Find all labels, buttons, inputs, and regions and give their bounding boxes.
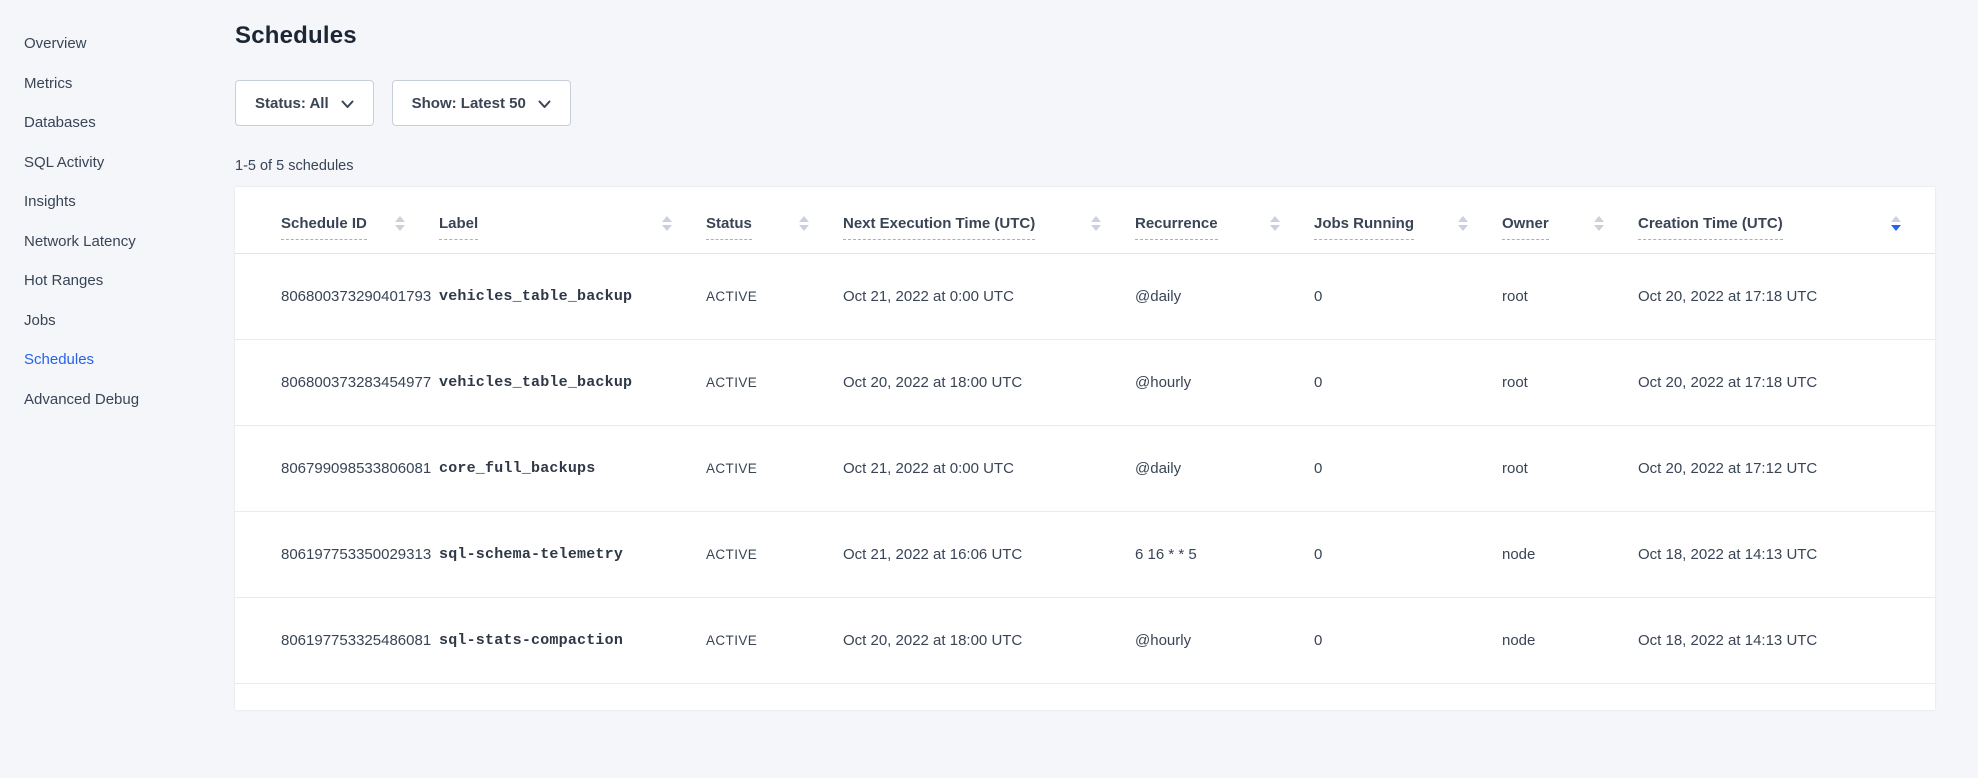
cell-schedule-id: 806800373290401793 (235, 254, 439, 340)
sidebar: Overview Metrics Databases SQL Activity … (0, 0, 186, 419)
show-filter-dropdown[interactable]: Show: Latest 50 (392, 80, 571, 126)
sidebar-item-jobs[interactable]: Jobs (24, 301, 186, 341)
table-row[interactable]: 806800373283454977 vehicles_table_backup… (235, 340, 1935, 426)
cell-creation-time: Oct 18, 2022 at 14:13 UTC (1638, 512, 1935, 598)
column-header-owner[interactable]: Owner (1502, 187, 1638, 254)
sidebar-item-insights[interactable]: Insights (24, 182, 186, 222)
column-label: Owner (1502, 215, 1549, 240)
sort-icon (662, 216, 672, 231)
cell-owner: root (1502, 340, 1638, 426)
cell-next-execution-time: Oct 20, 2022 at 18:00 UTC (843, 340, 1135, 426)
cell-status: ACTIVE (706, 598, 843, 684)
schedules-page: Schedules Status: All Show: Latest 50 1-… (235, 0, 1935, 710)
sort-icon (799, 216, 809, 231)
cell-schedule-id: 806799098533806081 (235, 426, 439, 512)
cell-schedule-id: 806800373283454977 (235, 340, 439, 426)
filter-bar: Status: All Show: Latest 50 (235, 80, 1935, 126)
column-header-recurrence[interactable]: Recurrence (1135, 187, 1314, 254)
cell-label: sql-schema-telemetry (439, 512, 706, 598)
cell-recurrence: @hourly (1135, 340, 1314, 426)
column-header-next-execution-time[interactable]: Next Execution Time (UTC) (843, 187, 1135, 254)
cell-recurrence: @daily (1135, 426, 1314, 512)
cell-label: core_full_backups (439, 426, 706, 512)
cell-owner: node (1502, 598, 1638, 684)
cell-jobs-running: 0 (1314, 254, 1502, 340)
cell-schedule-id: 806197753325486081 (235, 598, 439, 684)
column-label: Recurrence (1135, 215, 1218, 240)
cell-owner: root (1502, 254, 1638, 340)
cell-jobs-running: 0 (1314, 598, 1502, 684)
chevron-down-icon (538, 100, 551, 109)
column-header-label[interactable]: Label (439, 187, 706, 254)
column-label: Schedule ID (281, 215, 367, 240)
sort-desc-icon (1891, 216, 1901, 231)
sidebar-item-overview[interactable]: Overview (24, 24, 186, 64)
column-label: Creation Time (UTC) (1638, 215, 1783, 240)
table-row[interactable]: 806799098533806081 core_full_backups ACT… (235, 426, 1935, 512)
schedules-table: Schedule ID Label Status (235, 187, 1935, 684)
sort-icon (1594, 216, 1604, 231)
cell-status: ACTIVE (706, 254, 843, 340)
sidebar-item-databases[interactable]: Databases (24, 103, 186, 143)
cell-recurrence: @hourly (1135, 598, 1314, 684)
results-count: 1-5 of 5 schedules (235, 158, 1935, 174)
sort-icon (395, 216, 405, 231)
cell-creation-time: Oct 18, 2022 at 14:13 UTC (1638, 598, 1935, 684)
chevron-down-icon (341, 100, 354, 109)
cell-status: ACTIVE (706, 512, 843, 598)
sort-icon (1091, 216, 1101, 231)
cell-jobs-running: 0 (1314, 426, 1502, 512)
column-label: Next Execution Time (UTC) (843, 215, 1035, 240)
cell-owner: root (1502, 426, 1638, 512)
cell-next-execution-time: Oct 21, 2022 at 0:00 UTC (843, 254, 1135, 340)
column-header-creation-time[interactable]: Creation Time (UTC) (1638, 187, 1935, 254)
cell-schedule-id: 806197753350029313 (235, 512, 439, 598)
cell-creation-time: Oct 20, 2022 at 17:12 UTC (1638, 426, 1935, 512)
sidebar-item-advanced-debug[interactable]: Advanced Debug (24, 380, 186, 420)
page-title: Schedules (235, 22, 1935, 50)
cell-next-execution-time: Oct 20, 2022 at 18:00 UTC (843, 598, 1135, 684)
status-filter-label: Status: All (255, 95, 329, 112)
column-header-status[interactable]: Status (706, 187, 843, 254)
column-header-schedule-id[interactable]: Schedule ID (235, 187, 439, 254)
table-row[interactable]: 806800373290401793 vehicles_table_backup… (235, 254, 1935, 340)
cell-recurrence: @daily (1135, 254, 1314, 340)
cell-jobs-running: 0 (1314, 512, 1502, 598)
cell-creation-time: Oct 20, 2022 at 17:18 UTC (1638, 254, 1935, 340)
sidebar-item-metrics[interactable]: Metrics (24, 64, 186, 104)
column-label: Status (706, 215, 752, 240)
cell-status: ACTIVE (706, 340, 843, 426)
sidebar-item-network-latency[interactable]: Network Latency (24, 222, 186, 262)
column-label: Jobs Running (1314, 215, 1414, 240)
table-row[interactable]: 806197753350029313 sql-schema-telemetry … (235, 512, 1935, 598)
cell-next-execution-time: Oct 21, 2022 at 16:06 UTC (843, 512, 1135, 598)
table-row[interactable]: 806197753325486081 sql-stats-compaction … (235, 598, 1935, 684)
sidebar-item-schedules[interactable]: Schedules (24, 340, 186, 380)
show-filter-label: Show: Latest 50 (412, 95, 526, 112)
cell-status: ACTIVE (706, 426, 843, 512)
sidebar-item-hot-ranges[interactable]: Hot Ranges (24, 261, 186, 301)
sort-icon (1270, 216, 1280, 231)
column-label: Label (439, 215, 478, 240)
cell-label: vehicles_table_backup (439, 254, 706, 340)
sort-icon (1458, 216, 1468, 231)
column-header-jobs-running[interactable]: Jobs Running (1314, 187, 1502, 254)
cell-jobs-running: 0 (1314, 340, 1502, 426)
cell-label: sql-stats-compaction (439, 598, 706, 684)
cell-recurrence: 6 16 * * 5 (1135, 512, 1314, 598)
status-filter-dropdown[interactable]: Status: All (235, 80, 374, 126)
cell-owner: node (1502, 512, 1638, 598)
schedules-table-card: Schedule ID Label Status (235, 187, 1935, 710)
table-header-row: Schedule ID Label Status (235, 187, 1935, 254)
cell-label: vehicles_table_backup (439, 340, 706, 426)
sidebar-item-sql-activity[interactable]: SQL Activity (24, 143, 186, 183)
cell-creation-time: Oct 20, 2022 at 17:18 UTC (1638, 340, 1935, 426)
cell-next-execution-time: Oct 21, 2022 at 0:00 UTC (843, 426, 1135, 512)
